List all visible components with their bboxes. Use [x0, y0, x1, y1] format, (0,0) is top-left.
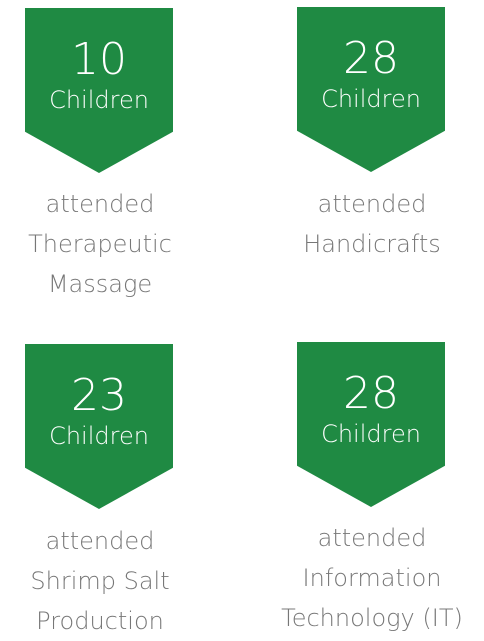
stat-caption: attended Information Technology (IT): [272, 518, 472, 638]
stat-caption: attended Therapeutic Massage: [0, 184, 200, 304]
caption-line: Information: [302, 564, 442, 592]
caption-line: Shrimp Salt: [30, 567, 170, 595]
caption-line: attended: [45, 190, 155, 218]
caption-line: Therapeutic: [28, 230, 172, 258]
caption-line: Massage: [47, 270, 153, 298]
stat-badge: 28 Children: [297, 342, 445, 507]
stat-number: 28: [343, 368, 399, 419]
caption-line: Technology (IT): [281, 604, 463, 632]
caption-line: attended: [317, 524, 427, 552]
caption-line: attended: [317, 190, 427, 218]
caption-line: Handicrafts: [303, 230, 441, 258]
stat-badge: 23 Children: [25, 344, 173, 509]
caption-line: attended: [45, 527, 155, 555]
stat-unit: Children: [321, 420, 421, 448]
stat-unit: Children: [49, 422, 149, 450]
stat-caption: attended Shrimp Salt Production: [0, 521, 200, 641]
stat-caption: attended Handicrafts: [272, 184, 472, 264]
stat-number: 23: [71, 370, 127, 421]
stat-badge: 10 Children: [25, 8, 173, 173]
stat-unit: Children: [321, 85, 421, 113]
stat-badge: 28 Children: [297, 7, 445, 172]
stat-number: 10: [71, 34, 127, 85]
caption-line: Production: [36, 607, 164, 635]
stat-number: 28: [343, 33, 399, 84]
stat-unit: Children: [49, 86, 149, 114]
